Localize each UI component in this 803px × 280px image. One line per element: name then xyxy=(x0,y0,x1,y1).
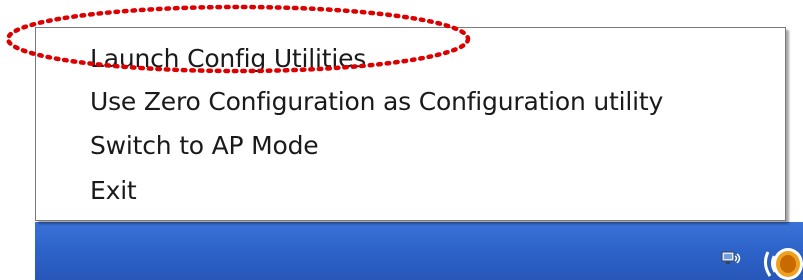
taskbar-desktop-area xyxy=(35,222,803,280)
system-tray xyxy=(712,230,803,280)
context-menu: Launch Config Utilities Use Zero Configu… xyxy=(35,27,786,221)
menu-item-exit[interactable]: Exit xyxy=(90,171,137,211)
menu-item-switch-to-ap-mode[interactable]: Switch to AP Mode xyxy=(90,126,319,166)
network-connection-icon[interactable] xyxy=(720,250,742,268)
menu-item-launch-config-utilities[interactable]: Launch Config Utilities xyxy=(90,39,366,79)
wireless-utility-icon[interactable] xyxy=(762,242,803,280)
menu-item-use-zero-configuration[interactable]: Use Zero Configuration as Configuration … xyxy=(90,82,663,122)
